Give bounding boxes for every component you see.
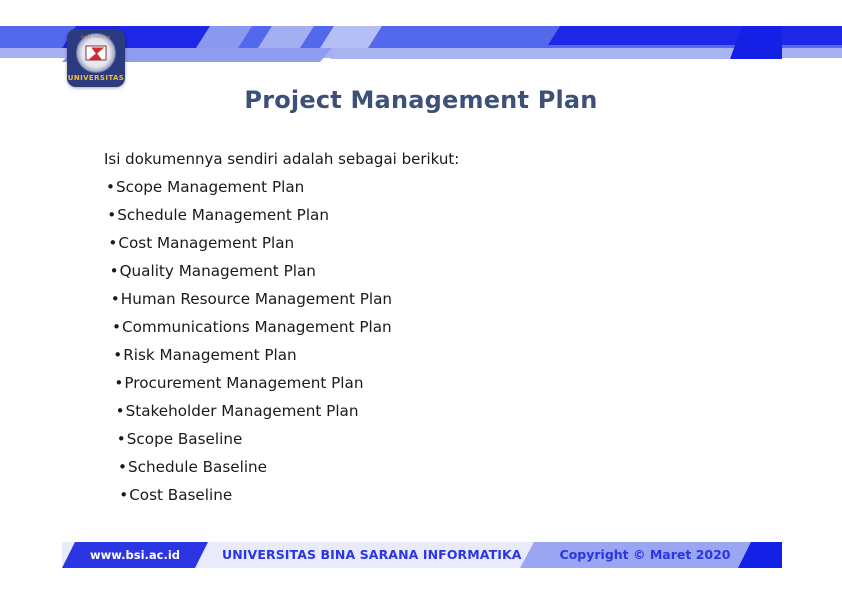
bullet-item: •Scope Management Plan xyxy=(104,178,744,208)
bullet-label: Scope Management Plan xyxy=(116,178,305,196)
header-band-long-light xyxy=(330,48,740,59)
bullet-marker-icon: • xyxy=(114,374,124,392)
bullet-label: Human Resource Management Plan xyxy=(120,290,393,308)
bullet-item: •Quality Management Plan xyxy=(104,262,744,292)
bullet-label: Procurement Management Plan xyxy=(124,374,364,392)
bullet-item: •Procurement Management Plan xyxy=(104,374,744,404)
footer-institution: UNIVERSITAS BINA SARANA INFORMATIKA xyxy=(222,547,522,562)
bullet-marker-icon: • xyxy=(110,290,120,308)
bullet-marker-icon: • xyxy=(119,486,129,504)
seal-emblem-icon xyxy=(88,47,104,59)
logo-caption: UNIVERSITAS xyxy=(67,74,125,82)
university-logo: BINA SARANA UNIVERSITAS xyxy=(67,29,125,87)
bullet-marker-icon: • xyxy=(116,430,126,448)
bullet-marker-icon: • xyxy=(118,458,127,476)
bullet-label: Cost Baseline xyxy=(129,486,233,504)
bullet-marker-icon: • xyxy=(108,234,118,252)
bullet-list: •Scope Management Plan •Schedule Manageme… xyxy=(104,178,744,516)
bullet-label: Risk Management Plan xyxy=(123,346,297,364)
page-title: Project Management Plan xyxy=(244,86,598,114)
bullet-item: •Cost Baseline xyxy=(104,486,744,516)
bullet-marker-icon: • xyxy=(106,178,115,196)
bullet-marker-icon: • xyxy=(112,318,121,336)
bullet-item: •Human Resource Management Plan xyxy=(104,290,744,320)
bullet-label: Communications Management Plan xyxy=(122,318,392,336)
bullet-item: •Scope Baseline xyxy=(104,430,744,460)
bullet-marker-icon: • xyxy=(107,206,117,224)
bullet-label: Cost Management Plan xyxy=(118,234,295,252)
bullet-label: Schedule Baseline xyxy=(128,458,268,476)
bullet-marker-icon: • xyxy=(113,346,123,364)
slide-body: Isi dokumennya sendiri adalah sebagai be… xyxy=(104,152,744,516)
bullet-marker-icon: • xyxy=(109,262,119,280)
bullet-item: •Schedule Baseline xyxy=(104,458,744,488)
university-seal-icon: BINA SARANA xyxy=(76,33,116,73)
intro-text: Isi dokumennya sendiri adalah sebagai be… xyxy=(104,150,460,168)
bullet-label: Stakeholder Management Plan xyxy=(125,402,359,420)
bullet-item: •Stakeholder Management Plan xyxy=(104,402,744,432)
bullet-label: Quality Management Plan xyxy=(119,262,316,280)
seal-shield xyxy=(85,45,107,61)
bullet-item: •Cost Management Plan xyxy=(104,234,744,264)
slide-footer: www.bsi.ac.id UNIVERSITAS BINA SARANA IN… xyxy=(0,538,842,576)
bullet-label: Schedule Management Plan xyxy=(117,206,329,224)
bullet-item: •Communications Management Plan xyxy=(104,318,744,348)
footer-url[interactable]: www.bsi.ac.id xyxy=(62,542,208,568)
seal-ring-text: BINA SARANA xyxy=(81,35,111,39)
slide-canvas: BINA SARANA UNIVERSITAS Project Manageme… xyxy=(0,0,842,595)
bullet-item: •Schedule Management Plan xyxy=(104,206,744,236)
footer-copyright: Copyright © Maret 2020 xyxy=(559,547,731,562)
bullet-marker-icon: • xyxy=(115,402,125,420)
bullet-item: •Risk Management Plan xyxy=(104,346,744,376)
bullet-label: Scope Baseline xyxy=(126,430,243,448)
